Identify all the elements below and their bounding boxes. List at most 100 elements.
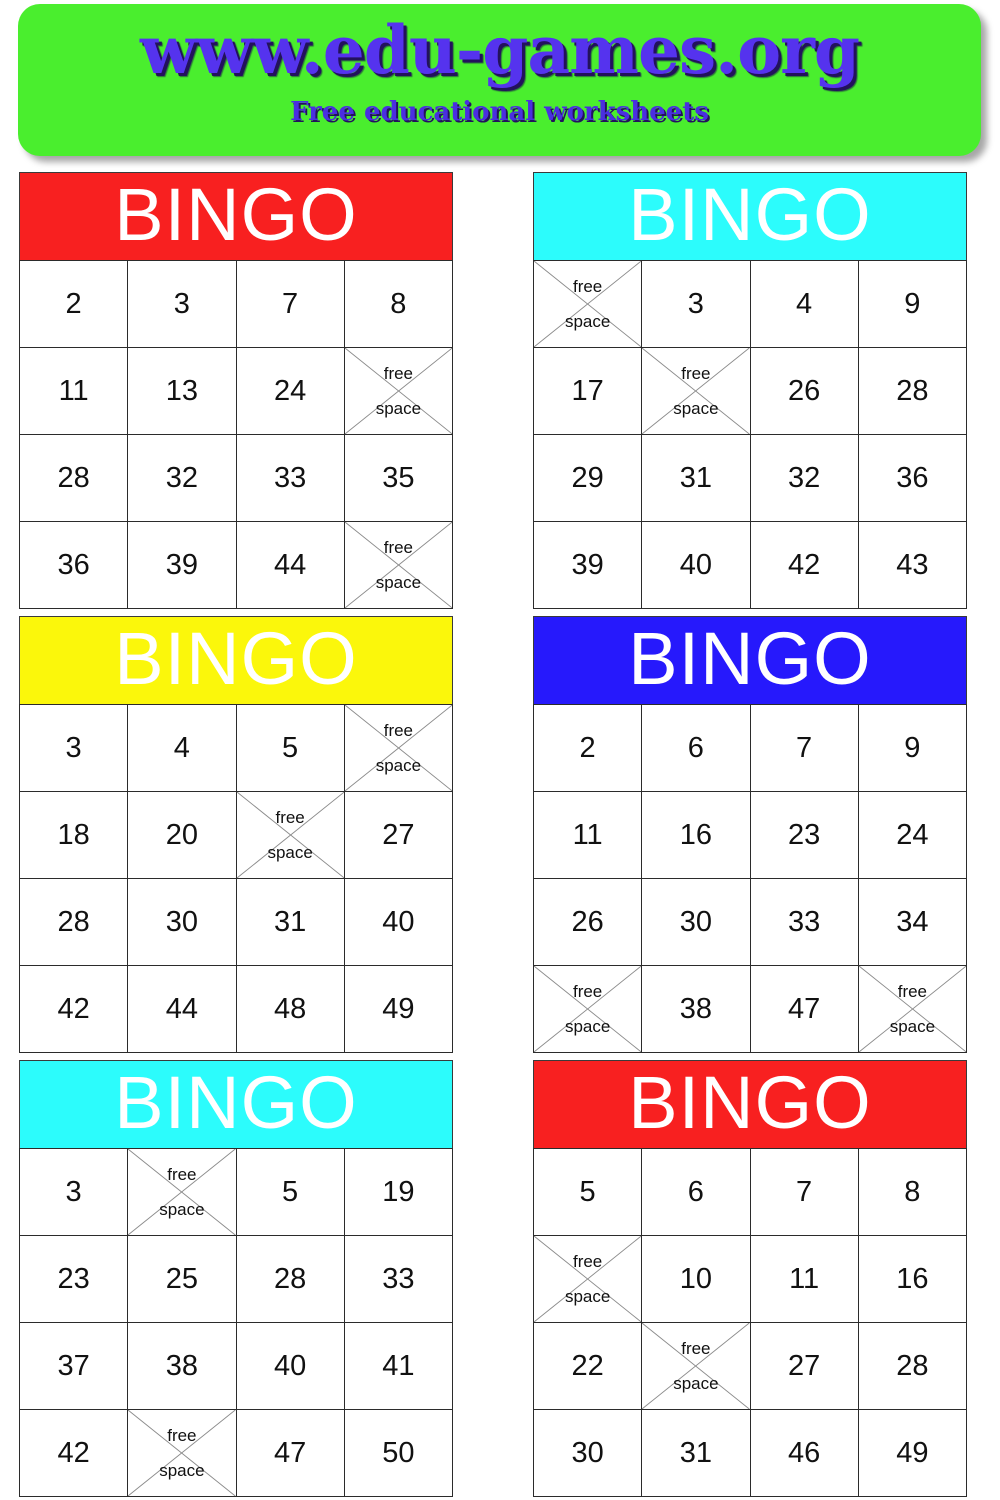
bingo-number-cell[interactable]: 28 <box>858 348 967 435</box>
bingo-number-cell[interactable]: 42 <box>20 966 129 1053</box>
bingo-number-cell[interactable]: 2 <box>534 705 643 792</box>
bingo-number-cell[interactable]: 4 <box>128 705 237 792</box>
bingo-free-space-cell[interactable]: free space <box>344 348 453 435</box>
bingo-number-cell[interactable]: 7 <box>750 1149 859 1236</box>
bingo-number-cell[interactable]: 13 <box>128 348 237 435</box>
bingo-number-cell[interactable]: 7 <box>750 705 859 792</box>
bingo-number-cell[interactable]: 11 <box>20 348 129 435</box>
bingo-number-cell[interactable]: 6 <box>642 1149 751 1236</box>
bingo-number-cell[interactable]: 31 <box>642 435 751 522</box>
bingo-number-cell[interactable]: 26 <box>750 348 859 435</box>
bingo-number-cell[interactable]: 18 <box>20 792 129 879</box>
bingo-number-cell[interactable]: 39 <box>534 522 643 609</box>
bingo-number-cell[interactable]: 9 <box>858 705 967 792</box>
bingo-number-cell[interactable]: 28 <box>236 1236 345 1323</box>
bingo-number-cell[interactable]: 40 <box>344 879 453 966</box>
bingo-number-cell[interactable]: 39 <box>128 522 237 609</box>
bingo-free-space-cell[interactable]: free space <box>128 1149 237 1236</box>
bingo-number-cell[interactable]: 23 <box>750 792 859 879</box>
bingo-number-cell[interactable]: 27 <box>750 1323 859 1410</box>
bingo-number-cell[interactable]: 24 <box>858 792 967 879</box>
bingo-free-space-cell[interactable]: free space <box>534 261 643 348</box>
bingo-number-cell[interactable]: 48 <box>236 966 345 1053</box>
bingo-number-cell[interactable]: 10 <box>642 1236 751 1323</box>
bingo-number-cell[interactable]: 49 <box>858 1410 967 1497</box>
bingo-number-cell[interactable]: 33 <box>344 1236 453 1323</box>
bingo-free-space-cell[interactable]: free space <box>344 522 453 609</box>
bingo-free-space-cell[interactable]: free space <box>534 966 643 1053</box>
worksheet-page: www.edu-games.org Free educational works… <box>0 0 1000 1500</box>
bingo-number-cell[interactable]: 33 <box>750 879 859 966</box>
bingo-number-cell[interactable]: 49 <box>344 966 453 1053</box>
bingo-number-cell[interactable]: 44 <box>236 522 345 609</box>
bingo-number-cell[interactable]: 5 <box>534 1149 643 1236</box>
bingo-number-cell[interactable]: 3 <box>128 261 237 348</box>
bingo-number-cell[interactable]: 6 <box>642 705 751 792</box>
bingo-number-cell[interactable]: 2 <box>20 261 129 348</box>
bingo-number-cell[interactable]: 7 <box>236 261 345 348</box>
bingo-number-cell[interactable]: 5 <box>236 1149 345 1236</box>
bingo-number-cell[interactable]: 28 <box>20 879 129 966</box>
bingo-free-space-cell[interactable]: free space <box>534 1236 643 1323</box>
bingo-number-cell[interactable]: 42 <box>20 1410 129 1497</box>
bingo-number-cell[interactable]: 29 <box>534 435 643 522</box>
bingo-number-cell[interactable]: 8 <box>858 1149 967 1236</box>
bingo-number-cell[interactable]: 30 <box>128 879 237 966</box>
bingo-free-space-cell[interactable]: free space <box>128 1410 237 1497</box>
bingo-number-cell[interactable]: 30 <box>534 1410 643 1497</box>
bingo-number: 46 <box>787 1436 821 1469</box>
bingo-number-cell[interactable]: 26 <box>534 879 643 966</box>
bingo-number-cell[interactable]: 32 <box>750 435 859 522</box>
bingo-number-cell[interactable]: 36 <box>20 522 129 609</box>
bingo-title: BINGO <box>628 616 872 700</box>
bingo-number-cell[interactable]: 28 <box>20 435 129 522</box>
bingo-number-cell[interactable]: 16 <box>858 1236 967 1323</box>
bingo-number-cell[interactable]: 4 <box>750 261 859 348</box>
bingo-free-space-cell[interactable]: free space <box>642 1323 751 1410</box>
bingo-number-cell[interactable]: 3 <box>642 261 751 348</box>
bingo-number-cell[interactable]: 23 <box>20 1236 129 1323</box>
bingo-number-cell[interactable]: 11 <box>534 792 643 879</box>
bingo-number-cell[interactable]: 38 <box>642 966 751 1053</box>
bingo-number-cell[interactable]: 41 <box>344 1323 453 1410</box>
bingo-number-cell[interactable]: 36 <box>858 435 967 522</box>
bingo-number-cell[interactable]: 47 <box>236 1410 345 1497</box>
bingo-number-cell[interactable]: 50 <box>344 1410 453 1497</box>
bingo-number-cell[interactable]: 9 <box>858 261 967 348</box>
bingo-free-space-cell[interactable]: free space <box>236 792 345 879</box>
bingo-number-cell[interactable]: 3 <box>20 705 129 792</box>
bingo-free-space-cell[interactable]: free space <box>858 966 967 1053</box>
bingo-number-cell[interactable]: 35 <box>344 435 453 522</box>
bingo-number-cell[interactable]: 27 <box>344 792 453 879</box>
bingo-number-cell[interactable]: 8 <box>344 261 453 348</box>
bingo-number-cell[interactable]: 19 <box>344 1149 453 1236</box>
bingo-number-cell[interactable]: 24 <box>236 348 345 435</box>
bingo-number-cell[interactable]: 37 <box>20 1323 129 1410</box>
bingo-number: 5 <box>282 731 299 764</box>
bingo-number-cell[interactable]: 47 <box>750 966 859 1053</box>
bingo-number-cell[interactable]: 31 <box>236 879 345 966</box>
bingo-number-cell[interactable]: 40 <box>642 522 751 609</box>
bingo-number-cell[interactable]: 28 <box>858 1323 967 1410</box>
bingo-number-cell[interactable]: 34 <box>858 879 967 966</box>
bingo-number-cell[interactable]: 46 <box>750 1410 859 1497</box>
bingo-number-cell[interactable]: 40 <box>236 1323 345 1410</box>
bingo-number-cell[interactable]: 11 <box>750 1236 859 1323</box>
bingo-number-cell[interactable]: 31 <box>642 1410 751 1497</box>
bingo-number-cell[interactable]: 22 <box>534 1323 643 1410</box>
bingo-number-cell[interactable]: 43 <box>858 522 967 609</box>
bingo-number-cell[interactable]: 30 <box>642 879 751 966</box>
bingo-number-cell[interactable]: 33 <box>236 435 345 522</box>
bingo-number-cell[interactable]: 32 <box>128 435 237 522</box>
bingo-number-cell[interactable]: 20 <box>128 792 237 879</box>
bingo-number-cell[interactable]: 42 <box>750 522 859 609</box>
bingo-free-space-cell[interactable]: free space <box>344 705 453 792</box>
bingo-free-space-cell[interactable]: free space <box>642 348 751 435</box>
bingo-number-cell[interactable]: 16 <box>642 792 751 879</box>
bingo-number-cell[interactable]: 44 <box>128 966 237 1053</box>
bingo-number-cell[interactable]: 38 <box>128 1323 237 1410</box>
bingo-number-cell[interactable]: 17 <box>534 348 643 435</box>
bingo-number-cell[interactable]: 3 <box>20 1149 129 1236</box>
bingo-number-cell[interactable]: 5 <box>236 705 345 792</box>
bingo-number-cell[interactable]: 25 <box>128 1236 237 1323</box>
